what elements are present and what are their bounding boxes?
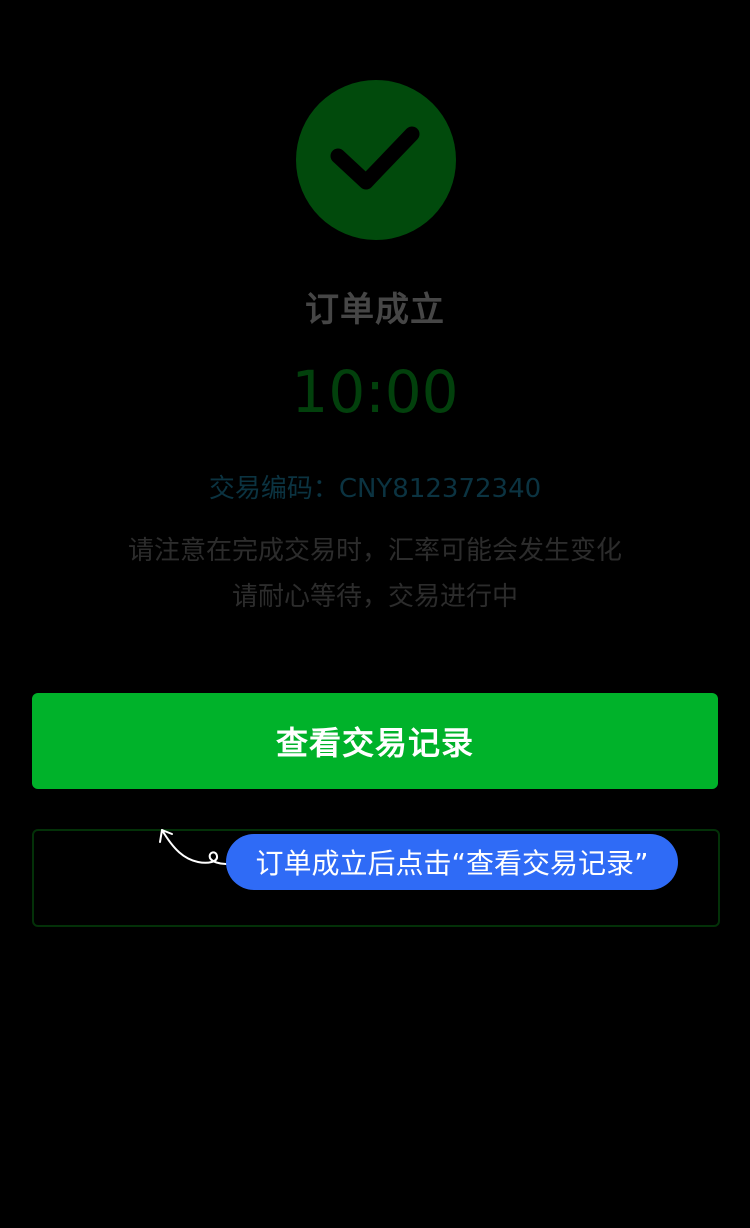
countdown-timer: 10:00 [291,358,459,426]
curved-arrow-icon [159,829,227,865]
wait-notice: 请耐心等待，交易进行中 [231,582,518,612]
rate-notice: 请注意在完成交易时，汇率可能会发生变化 [127,536,622,566]
success-check-badge [296,80,456,240]
view-trade-records-button[interactable]: 查看交易记录 [32,693,718,789]
guide-tooltip: 订单成立后点击“查看交易记录” [226,834,678,890]
trade-code: 交易编码：CNY812372340 [208,474,542,504]
order-status-title: 订单成立 [305,290,445,330]
checkmark-icon [330,126,420,190]
